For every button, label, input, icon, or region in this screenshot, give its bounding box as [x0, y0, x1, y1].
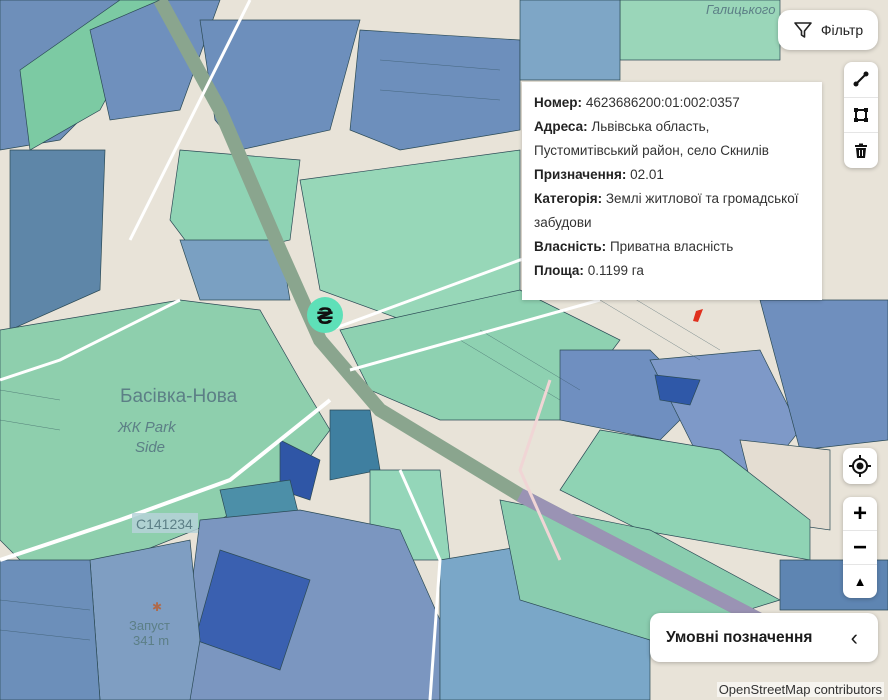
popup-purpose: Призначення: 02.01	[534, 163, 810, 187]
popup-ownership: Власність: Приватна власність	[534, 235, 810, 259]
line-icon	[853, 71, 869, 87]
popup-category: Категорія: Землі житлової та громадської…	[534, 187, 810, 235]
compass-icon: ▲	[853, 574, 867, 589]
purpose-label: Призначення:	[534, 167, 627, 182]
filter-button[interactable]: Фільтр	[778, 10, 878, 50]
popup-address: Адреса: Львівська область, Пустомитівськ…	[534, 115, 810, 163]
road-code-label: С141234	[136, 516, 193, 532]
number-label: Номер:	[534, 95, 583, 110]
polygon-tool-button[interactable]	[844, 98, 878, 134]
zoom-in-button[interactable]: +	[843, 497, 877, 531]
parcel	[519, 0, 621, 81]
area-label: Площа:	[534, 263, 584, 278]
plus-icon: +	[852, 499, 867, 527]
address-label: Адреса:	[534, 119, 588, 134]
number-value: 4623686200:01:002:0357	[585, 95, 740, 110]
filter-label: Фільтр	[820, 22, 864, 38]
peak-label: Запуст	[129, 618, 170, 633]
line-tool-button[interactable]	[844, 62, 878, 98]
delete-tool-button[interactable]	[844, 133, 878, 168]
complex-label-2: Side	[135, 439, 165, 456]
minus-icon: −	[852, 533, 867, 561]
crosshair-icon	[849, 455, 871, 477]
street-label: Галицького	[706, 2, 775, 17]
peak-elevation: 341 m	[133, 633, 169, 648]
legend-toggle[interactable]: Умовні позначення ‹	[650, 613, 878, 662]
compass-button[interactable]: ▲	[843, 565, 877, 598]
chevron-left-icon: ‹	[850, 624, 858, 650]
parcel-info-popup: Номер: 4623686200:01:002:0357 Адреса: Ль…	[522, 82, 822, 300]
ownership-value: Приватна власність	[609, 239, 734, 254]
popup-area: Площа: 0.1199 га	[534, 259, 810, 283]
category-label: Категорія:	[534, 191, 603, 206]
draw-toolbar	[844, 62, 878, 168]
hryvnia-icon: ₴	[317, 303, 333, 330]
ownership-label: Власність:	[534, 239, 607, 254]
legend-label: Умовні позначення	[666, 628, 813, 646]
trash-icon	[855, 143, 867, 158]
village-label: Басівка-Нова	[120, 386, 238, 407]
parcel	[0, 559, 101, 700]
zoom-controls: + − ▲	[843, 497, 877, 598]
parcel	[349, 29, 521, 151]
peak-icon: ✱	[152, 600, 162, 614]
map-attribution[interactable]: OpenStreetMap contributors	[716, 682, 884, 697]
complex-label: ЖК Park	[117, 419, 177, 436]
funnel-icon	[794, 22, 812, 38]
area-value: 0.1199 га	[587, 263, 644, 278]
zoom-out-button[interactable]: −	[843, 531, 877, 565]
popup-number: Номер: 4623686200:01:002:0357	[534, 91, 810, 115]
purpose-value: 02.01	[630, 167, 664, 182]
locate-button[interactable]	[843, 448, 877, 484]
square-icon	[854, 108, 868, 122]
